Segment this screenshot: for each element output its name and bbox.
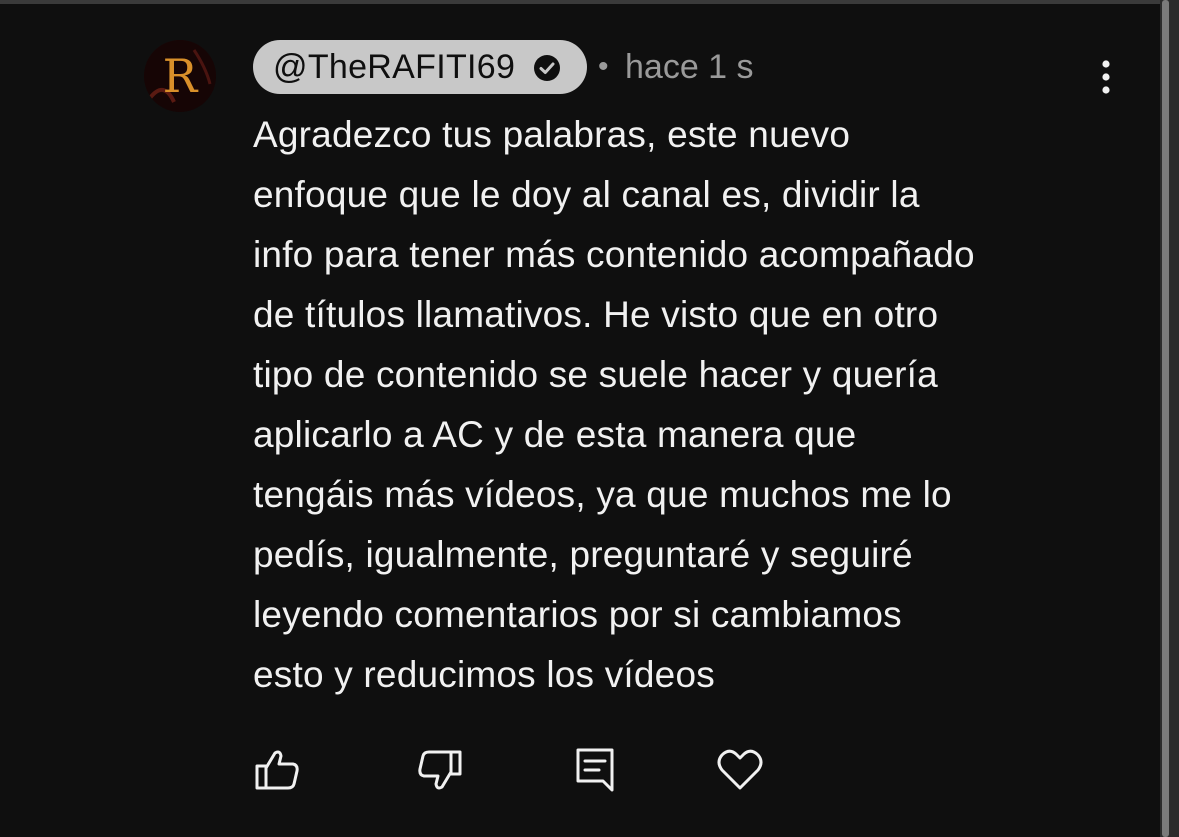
heart-button[interactable]	[714, 744, 766, 796]
meta-separator: •	[598, 50, 609, 83]
top-edge-divider	[0, 0, 1179, 4]
author-name: @TheRAFITI69	[273, 47, 516, 86]
avatar-letter: R	[163, 49, 199, 103]
comment-line: info para tener más contenido acompañado	[253, 234, 975, 275]
author-name-pill[interactable]: @TheRAFITI69	[253, 40, 587, 94]
like-button[interactable]	[251, 744, 303, 796]
comment-line: pedís, igualmente, preguntaré y seguiré	[253, 534, 913, 575]
comment-line: enfoque que le doy al canal es, dividir …	[253, 174, 920, 215]
thumbs-up-icon	[255, 750, 299, 790]
comment-screen: R @TheRAFITI69 • hace 1 s Agradezco tus …	[0, 0, 1179, 837]
comment-line: Agradezco tus palabras, este nuevo	[253, 114, 851, 155]
dislike-button[interactable]	[414, 744, 466, 796]
verified-check-icon	[534, 55, 560, 81]
scrollbar-thumb[interactable]	[1162, 0, 1169, 837]
thumbs-down-icon	[418, 750, 462, 790]
reply-button[interactable]	[570, 744, 622, 796]
comment-line: leyendo comentarios por si cambiamos	[253, 594, 902, 635]
comment-line: aplicarlo a AC y de esta manera que	[253, 414, 857, 455]
comment-line: tengáis más vídeos, ya que muchos me lo	[253, 474, 952, 515]
comment-line: de títulos llamativos. He visto que en o…	[253, 294, 939, 335]
avatar[interactable]: R	[144, 40, 216, 112]
comment-line: esto y reducimos los vídeos	[253, 654, 715, 695]
more-vertical-icon[interactable]	[1092, 58, 1120, 98]
comment-text: Agradezco tus palabras, este nuevo enfoq…	[253, 105, 1133, 705]
reply-comment-icon	[576, 748, 614, 792]
heart-icon	[717, 749, 763, 790]
comment-timestamp[interactable]: hace 1 s	[625, 48, 754, 87]
comment-line: tipo de contenido se suele hacer y querí…	[253, 354, 938, 395]
